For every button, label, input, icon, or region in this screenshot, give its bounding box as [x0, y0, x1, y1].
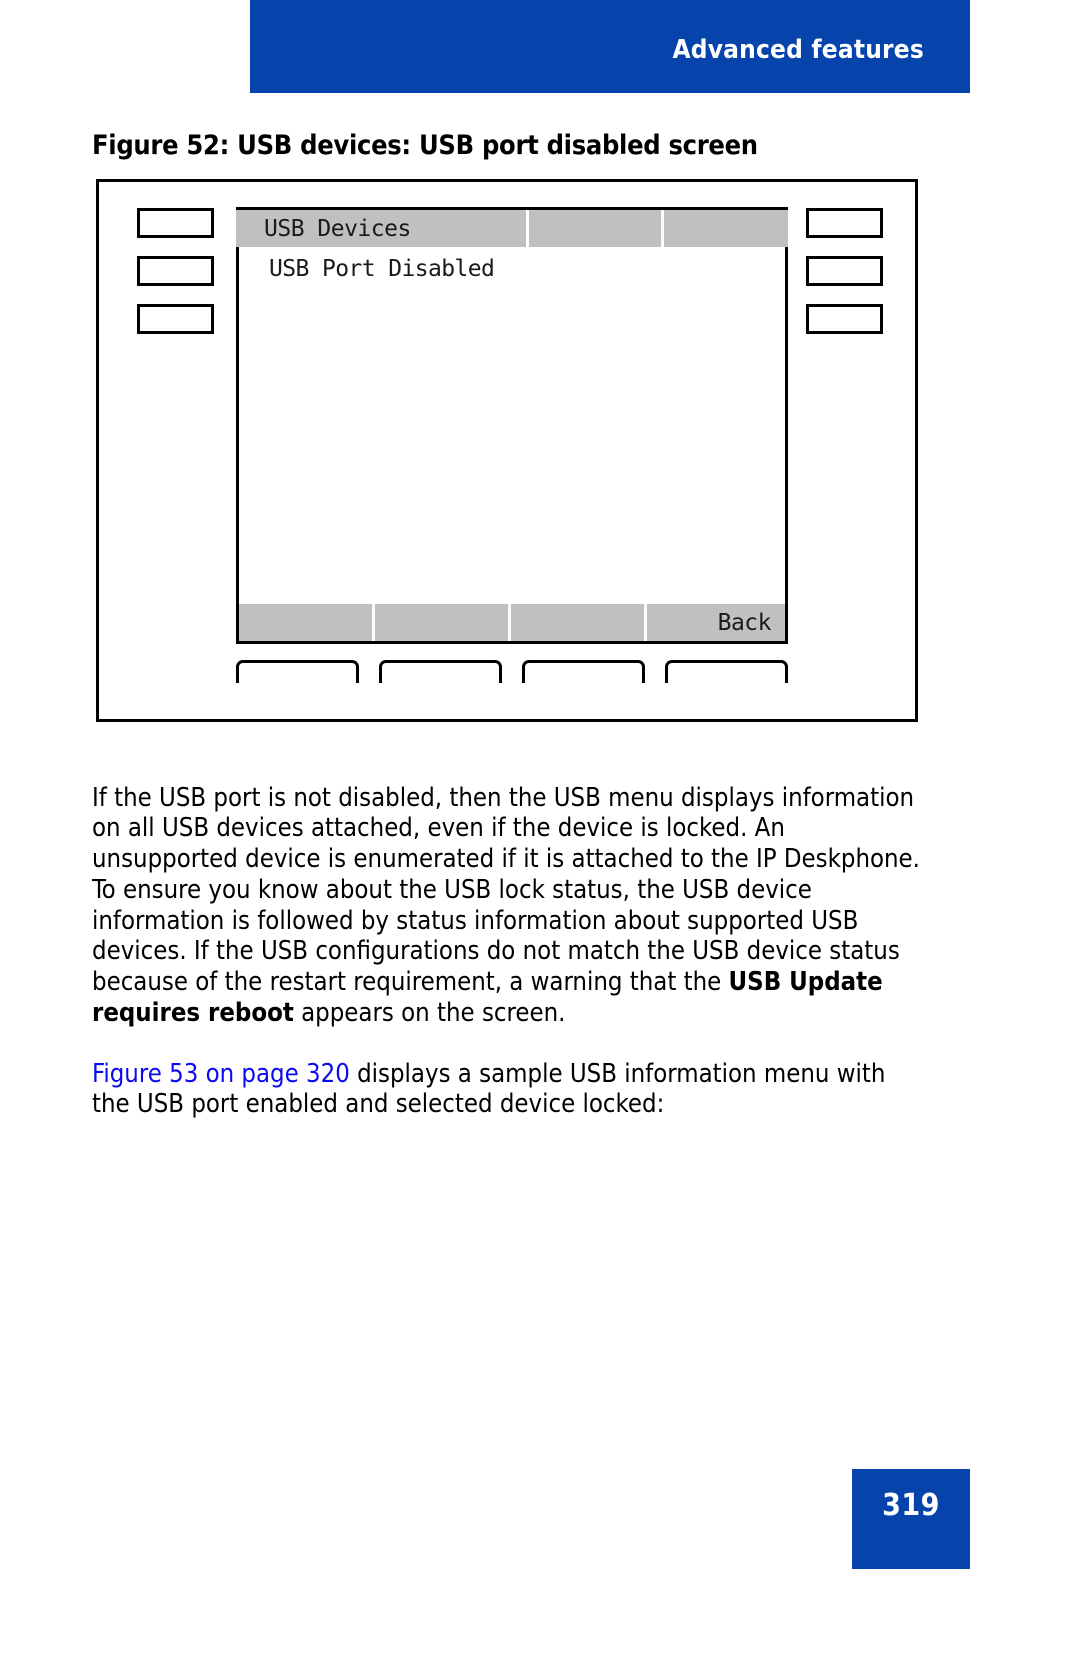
right-hard-key-2 [806, 256, 883, 286]
lcd-softkey-row: Back [239, 604, 785, 641]
lcd-softkey-3 [511, 604, 644, 641]
phone-softkey-button-1 [236, 660, 359, 683]
lcd-softkey-label: Back [717, 609, 772, 636]
right-hard-key-1 [806, 208, 883, 238]
page-header-bar: Advanced features [250, 0, 970, 93]
figure-caption: Figure 52: USB devices: USB port disable… [92, 130, 758, 161]
phone-softkey-button-2 [379, 660, 502, 683]
phone-softkey-button-4 [665, 660, 788, 683]
lcd-tab-usb-devices: USB Devices [236, 207, 526, 247]
lcd-tab-row: USB Devices [236, 207, 788, 247]
phone-lcd-screen: USB Devices USB Port Disabled Back [236, 207, 788, 644]
phone-softkey-button-row [236, 660, 788, 683]
left-hard-key-1 [137, 208, 214, 238]
body-paragraph-1: If the USB port is not disabled, then th… [92, 783, 922, 1029]
lcd-tab-label: USB Devices [264, 215, 411, 242]
paragraph-1-text-after-bold: appears on the screen. [293, 998, 566, 1029]
phone-softkey-button-3 [522, 660, 645, 683]
page-number: 319 [882, 1488, 940, 1523]
lcd-status-message: USB Port Disabled [269, 256, 495, 282]
left-hard-key-3 [137, 304, 214, 334]
body-paragraph-2: Figure 53 on page 320 displays a sample … [92, 1059, 922, 1121]
figure-53-cross-reference-link[interactable]: Figure 53 on page 320 [92, 1059, 350, 1089]
lcd-tab-empty-3 [664, 207, 788, 247]
lcd-softkey-back: Back [647, 604, 785, 641]
right-hard-key-3 [806, 304, 883, 334]
lcd-softkey-1 [239, 604, 372, 641]
lcd-tab-empty-2 [529, 207, 661, 247]
figure-illustration: USB Devices USB Port Disabled Back [96, 179, 918, 722]
lcd-softkey-2 [375, 604, 508, 641]
paragraph-1-text-before-bold: If the USB port is not disabled, then th… [92, 782, 920, 998]
left-hard-key-2 [137, 256, 214, 286]
page-header-title: Advanced features [672, 35, 924, 65]
lcd-content-area: USB Port Disabled [236, 247, 788, 601]
page-number-box: 319 [852, 1469, 970, 1569]
